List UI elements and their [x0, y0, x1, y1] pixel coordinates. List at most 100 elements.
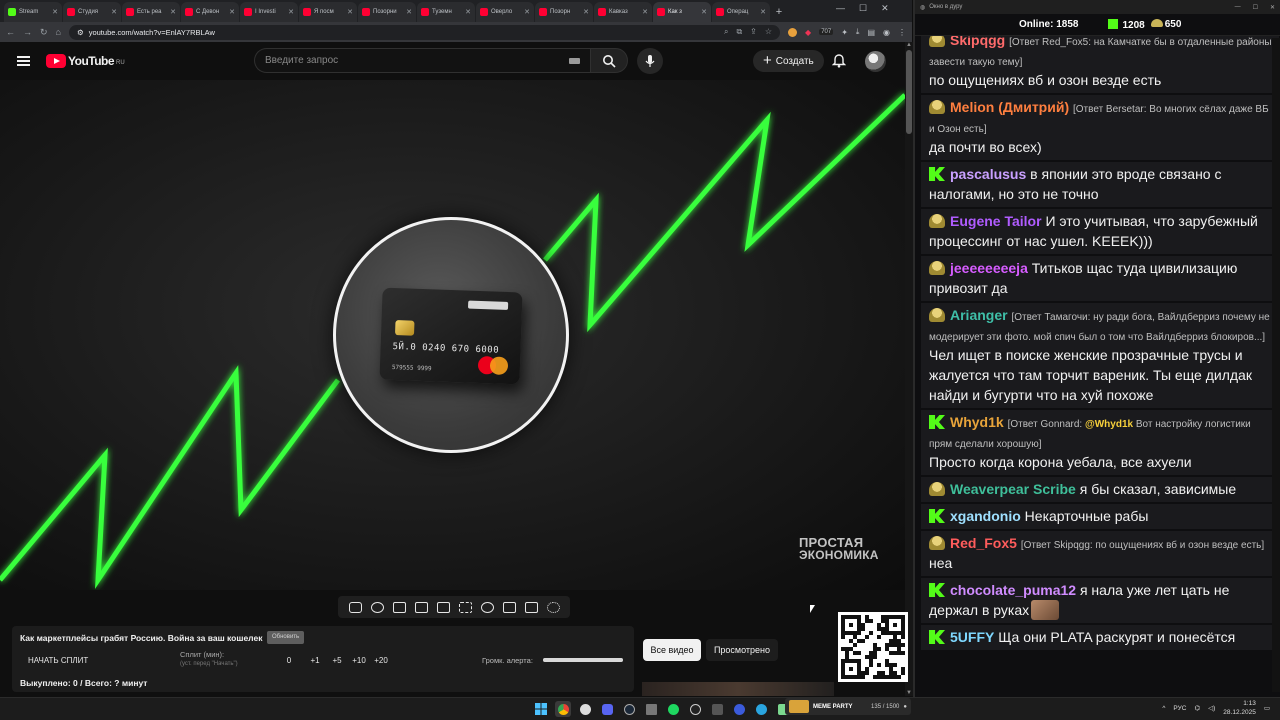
clapperboard-icon[interactable] — [414, 601, 428, 613]
browser-tab[interactable]: Позорни ✕ — [358, 2, 416, 22]
chat-username[interactable]: xgandonio — [950, 508, 1021, 524]
file-icon[interactable] — [643, 701, 659, 717]
split-value[interactable]: 0 — [274, 656, 304, 665]
all-videos-button[interactable]: Все видео — [643, 639, 701, 661]
chat-username[interactable]: Weaverpear Scribe — [950, 481, 1076, 497]
chat-username[interactable]: Melion (Дмитрий) — [950, 99, 1069, 115]
chat-scrollbar[interactable] — [1272, 38, 1280, 692]
extension-icon[interactable]: ◆ — [805, 28, 811, 37]
tab-close-icon[interactable]: ✕ — [52, 8, 58, 16]
chat-username[interactable]: 5UFFY — [950, 629, 994, 645]
chat-username[interactable]: jeeeeeeeeja — [950, 260, 1028, 276]
youtube-logo[interactable]: YouTube RU — [46, 54, 125, 68]
browser-tab[interactable]: Туземн ✕ — [417, 2, 475, 22]
meme-party-menu-icon[interactable]: ● — [903, 704, 907, 710]
minimize-icon[interactable]: — — [1235, 4, 1241, 11]
scroll-down-icon[interactable]: ▼ — [906, 690, 912, 696]
extensions-puzzle-icon[interactable]: ✦ — [841, 28, 848, 37]
browser-tab[interactable]: Оверло ✕ — [476, 2, 534, 22]
tab-close-icon[interactable]: ✕ — [406, 8, 412, 16]
chat-username[interactable]: pascalusus — [950, 166, 1026, 182]
loop-icon[interactable] — [348, 601, 362, 613]
close-icon[interactable]: ✕ — [1270, 4, 1275, 11]
zoom-icon[interactable]: ⌕ — [724, 27, 728, 37]
minimize-icon[interactable]: — — [836, 3, 845, 14]
chat-username[interactable]: Red_Fox5 — [950, 535, 1017, 551]
split-add-20-button[interactable]: +20 — [370, 656, 392, 665]
tab-close-icon[interactable]: ✕ — [111, 8, 117, 16]
chrome-icon[interactable] — [555, 701, 571, 717]
chat-username[interactable]: Skipqgg — [950, 36, 1005, 48]
speed-gauge-icon[interactable] — [480, 601, 494, 613]
volume-icon[interactable]: ◁) — [1208, 704, 1215, 712]
browser-tab[interactable]: Позорн ✕ — [535, 2, 593, 22]
camera-screenshot-icon[interactable] — [524, 601, 538, 613]
refresh-button[interactable]: Обновить — [267, 631, 305, 644]
notifications-bell-icon[interactable] — [832, 53, 846, 68]
steam-icon[interactable] — [621, 701, 637, 717]
search-button[interactable] — [590, 48, 628, 73]
video-player[interactable]: 5Й.0 0240 670 6000 579555 9999 ПРОСТАЯ Э… — [0, 80, 905, 590]
download-icon[interactable]: ⤓ — [856, 27, 860, 37]
tab-close-icon[interactable]: ✕ — [524, 8, 530, 16]
tab-close-icon[interactable]: ✕ — [701, 8, 707, 16]
sidebar-icon[interactable]: ▤ — [867, 28, 875, 37]
voice-search-button[interactable] — [637, 48, 663, 74]
bookmark-star-icon[interactable]: ☆ — [765, 27, 772, 37]
telegram-icon[interactable] — [753, 701, 769, 717]
network-icon[interactable]: ⌬ — [1194, 704, 1200, 712]
tab-close-icon[interactable]: ✕ — [229, 8, 235, 16]
split-add-5-button[interactable]: +5 — [326, 656, 348, 665]
watched-button[interactable]: Просмотрено — [706, 639, 778, 661]
tab-close-icon[interactable]: ✕ — [288, 8, 294, 16]
add-marker-icon[interactable] — [502, 601, 516, 613]
back-icon[interactable]: ← — [6, 27, 15, 37]
keyboard-language[interactable]: РУС — [1173, 705, 1186, 712]
menu-hamburger-icon[interactable] — [17, 54, 30, 68]
page-scrollbar[interactable]: ▲ ▼ — [905, 42, 913, 696]
meme-party-widget[interactable]: MEME PARTY 135 / 1500 ● — [785, 698, 911, 715]
windows-start-icon[interactable] — [533, 701, 549, 717]
maximize-icon[interactable]: ☐ — [1253, 4, 1258, 11]
browser-tab[interactable]: Как з ✕ — [653, 2, 711, 22]
site-info-icon[interactable]: ⚙ — [77, 28, 84, 37]
film-strip-icon[interactable] — [458, 601, 472, 613]
notifications-icon[interactable]: ▭ — [1264, 704, 1270, 712]
browser-tab[interactable]: Операц ✕ — [712, 2, 770, 22]
browser-tab[interactable]: Кавказ ✕ — [594, 2, 652, 22]
tab-close-icon[interactable]: ✕ — [347, 8, 353, 16]
tab-close-icon[interactable]: ✕ — [760, 8, 766, 16]
start-split-button[interactable]: НАЧАТЬ СПЛИТ — [28, 656, 88, 665]
chat-message-list[interactable]: Skipqgg [Ответ Red_Fox5: на Камчатке бы … — [921, 36, 1279, 695]
browser-tab[interactable]: Студия ✕ — [63, 2, 121, 22]
extension-badge[interactable]: 707 — [819, 29, 834, 35]
tab-close-icon[interactable]: ✕ — [642, 8, 648, 16]
media-player-icon[interactable] — [731, 701, 747, 717]
system-clock[interactable]: 1:13 28.12.2025 — [1223, 699, 1256, 717]
profile-icon[interactable]: ◉ — [883, 28, 890, 37]
split-add-1-button[interactable]: +1 — [304, 656, 326, 665]
tab-close-icon[interactable]: ✕ — [583, 8, 589, 16]
tab-close-icon[interactable]: ✕ — [170, 8, 176, 16]
chat-username[interactable]: Whyd1k — [950, 414, 1004, 430]
github-icon[interactable] — [577, 701, 593, 717]
alert-volume-slider[interactable] — [543, 658, 623, 662]
scroll-up-icon[interactable]: ▲ — [906, 42, 912, 48]
close-icon[interactable]: ✕ — [881, 3, 889, 14]
account-avatar[interactable] — [865, 51, 886, 72]
spotify-icon[interactable] — [665, 701, 681, 717]
url-text[interactable]: youtube.com/watch?v=EnlAY7RBLAw — [89, 28, 215, 37]
menu-dots-icon[interactable]: ⋮ — [898, 28, 906, 37]
screen-record-icon[interactable] — [392, 601, 406, 613]
keyboard-icon[interactable] — [569, 57, 580, 64]
create-button[interactable]: + Создать — [753, 50, 824, 72]
scrollbar-thumb[interactable] — [906, 50, 912, 134]
cast-icon[interactable]: ⧉ — [736, 27, 742, 37]
new-tab-icon[interactable]: + — [771, 2, 787, 22]
tab-close-icon[interactable]: ✕ — [465, 8, 471, 16]
share-icon[interactable]: ⇪ — [750, 27, 757, 37]
extension-icon[interactable] — [788, 27, 798, 37]
broadcast-icon[interactable] — [370, 601, 384, 613]
chat-username[interactable]: Eugene Tailor — [950, 213, 1042, 229]
chat-username[interactable]: Arianger — [950, 307, 1008, 323]
